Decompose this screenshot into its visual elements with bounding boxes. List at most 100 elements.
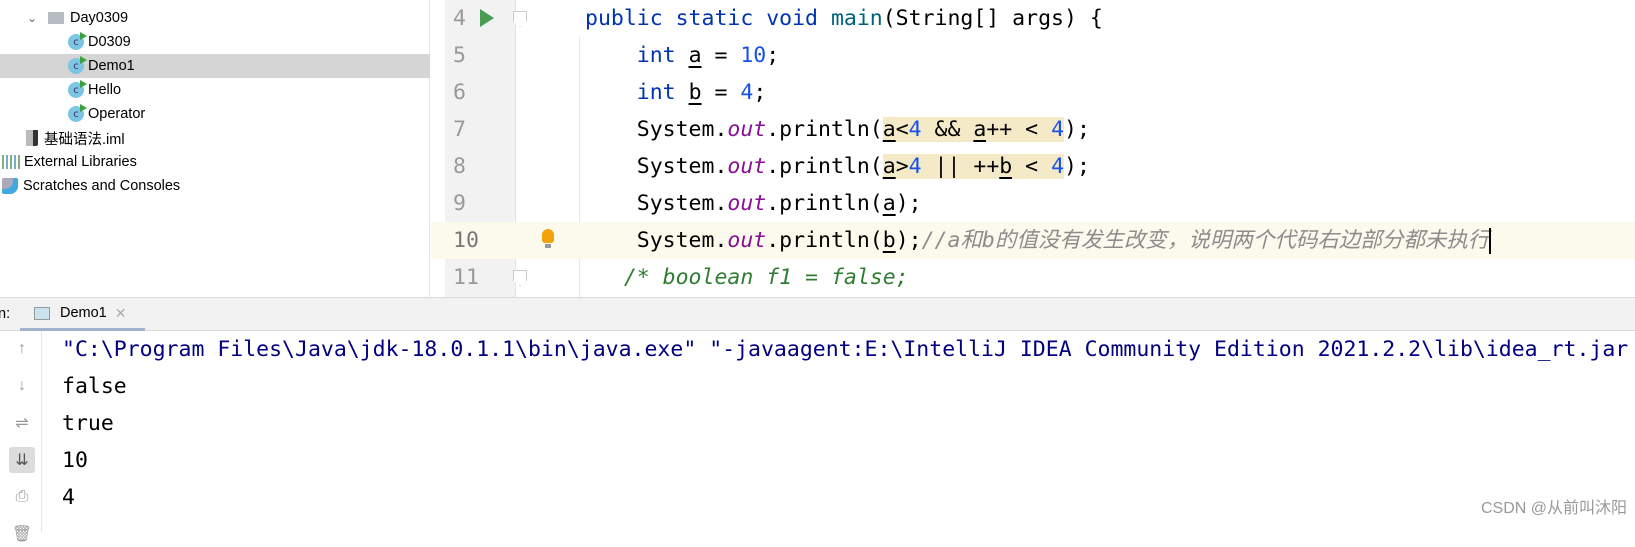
tree-item[interactable]: c Demo1 — [0, 54, 430, 78]
line-number: 5 — [453, 43, 466, 68]
code-text: int b = 4; — [585, 74, 767, 111]
project-tree: ⌄ Day0309 c D0309 c Demo1 c Hello c Operator 基础语法.… — [0, 0, 430, 297]
run-icon[interactable] — [480, 9, 494, 27]
tree-item[interactable]: External Libraries — [0, 150, 430, 174]
fold-icon[interactable] — [513, 270, 527, 286]
tree-item-label: External Libraries — [24, 154, 137, 170]
code-token: out — [727, 228, 767, 253]
code-token: 4 — [908, 117, 922, 142]
line-number: 7 — [453, 117, 466, 142]
text-caret — [1489, 228, 1492, 254]
code-token: /* boolean f1 = false; — [585, 265, 909, 290]
code-text: int a = 10; — [585, 37, 779, 74]
console-line: 10 — [62, 448, 88, 473]
run-toolwindow-header: n: Demo1 ✕ — [0, 297, 1635, 331]
code-token: a — [882, 117, 896, 142]
code-editor[interactable]: 4 public static void main(String[] args) … — [431, 0, 1635, 297]
line-number: 10 — [445, 222, 505, 259]
lightbulb-icon[interactable] — [542, 229, 554, 248]
tree-item[interactable]: c D0309 — [0, 30, 430, 54]
code-token: System. — [585, 117, 728, 142]
java-class-icon: c — [68, 80, 87, 98]
code-token: public static void — [585, 6, 831, 31]
java-class-icon: c — [68, 56, 87, 74]
tree-item-label: Demo1 — [88, 58, 135, 74]
code-token: .println( — [766, 154, 883, 179]
code-line[interactable]: 11 /* boolean f1 = false; — [431, 259, 1635, 296]
tree-item-label: Operator — [88, 106, 146, 122]
console-line: true — [62, 411, 114, 436]
tree-item[interactable]: Scratches and Consoles — [0, 174, 430, 198]
tree-item[interactable]: c Operator — [0, 102, 430, 126]
code-line[interactable]: 8 System.out.println(a>4 || ++b < 4); — [431, 148, 1635, 185]
code-token: ; — [766, 43, 780, 68]
code-token: .println( — [766, 228, 883, 253]
run-label: n: — [0, 306, 11, 322]
scroll-to-end-icon[interactable]: ⇊ — [9, 447, 35, 473]
code-token: (String[] args) { — [882, 6, 1103, 31]
code-token: ); — [895, 228, 922, 253]
console-line: "C:\Program Files\Java\jdk-18.0.1.1\bin\… — [62, 337, 1629, 362]
tab-demo1[interactable]: Demo1 ✕ — [20, 298, 145, 331]
code-token: = — [701, 43, 741, 68]
tree-item[interactable]: ⌄ Day0309 — [0, 6, 430, 30]
line-number: 6 — [453, 80, 466, 105]
code-token: int — [585, 80, 689, 105]
close-icon[interactable]: ✕ — [115, 305, 127, 322]
tree-item-label: 基础语法.iml — [44, 131, 125, 148]
line-number: 11 — [453, 265, 479, 290]
console-line: 4 — [62, 485, 75, 510]
tree-item[interactable]: 基础语法.iml — [0, 126, 430, 150]
code-token: a — [973, 117, 987, 142]
code-token: b — [688, 80, 702, 105]
chevron-down-icon[interactable]: ⌄ — [24, 11, 40, 25]
tree-item-label: Hello — [88, 82, 122, 98]
code-token: = — [701, 80, 741, 105]
scratches-icon — [2, 178, 18, 194]
code-token: < — [1012, 154, 1052, 179]
code-line[interactable]: 7 System.out.println(a<4 && a++ < 4); — [431, 111, 1635, 148]
code-line[interactable]: 4 public static void main(String[] args) … — [431, 0, 1635, 37]
code-token: System. — [585, 191, 728, 216]
code-token: || ++ — [921, 154, 1000, 179]
print-icon[interactable]: ⎙ — [9, 484, 35, 510]
line-number: 4 — [453, 6, 466, 31]
soft-wrap-icon[interactable]: ⇌ — [9, 410, 35, 436]
tree-item-label: D0309 — [88, 34, 131, 50]
fold-icon[interactable] — [513, 11, 527, 27]
arrow-up-icon[interactable]: ↑ — [9, 336, 35, 362]
line-number: 8 — [453, 154, 466, 179]
file-icon — [26, 130, 38, 146]
code-token: ); — [1064, 117, 1090, 142]
code-text: System.out.println(a); — [585, 185, 922, 222]
code-token: out — [727, 117, 767, 142]
java-class-icon: c — [68, 104, 87, 122]
code-token: a — [688, 43, 702, 68]
code-token: .println( — [766, 117, 883, 142]
code-token: b — [882, 228, 896, 253]
tree-item[interactable]: c Hello — [0, 78, 430, 102]
code-text: System.out.println(b);//a和b的值没有发生改变，说明两个… — [585, 222, 1492, 259]
code-token: ); — [1064, 154, 1090, 179]
arrow-down-icon[interactable]: ↓ — [9, 373, 35, 399]
code-token: && — [921, 117, 974, 142]
code-token: 4 — [908, 154, 922, 179]
code-text: System.out.println(a<4 && a++ < 4); — [585, 111, 1090, 148]
code-token: System. — [585, 228, 728, 253]
code-token: main — [830, 6, 883, 31]
code-line[interactable]: 9 System.out.println(a); — [431, 185, 1635, 222]
java-class-icon: c — [68, 32, 87, 50]
code-token: a — [882, 191, 896, 216]
console-output[interactable]: ↑ ↓ ⇌ ⇊ ⎙ 🗑 "C:\Program Files\Java\jdk-18.0.1… — [0, 331, 1635, 543]
code-line[interactable]: 10 System.out.println(b);//a和b的值没有发生改变，说… — [431, 222, 1635, 259]
code-token: b — [999, 154, 1013, 179]
code-token: .println( — [766, 191, 883, 216]
code-token: 4 — [1051, 154, 1065, 179]
trash-icon[interactable]: 🗑 — [9, 521, 35, 547]
code-line[interactable]: 6 int b = 4; — [431, 74, 1635, 111]
console-line: false — [62, 374, 127, 399]
console-icon — [34, 306, 50, 320]
code-line[interactable]: 5 int a = 10; — [431, 37, 1635, 74]
code-token: ++ < — [986, 117, 1052, 142]
code-token: < — [895, 117, 909, 142]
